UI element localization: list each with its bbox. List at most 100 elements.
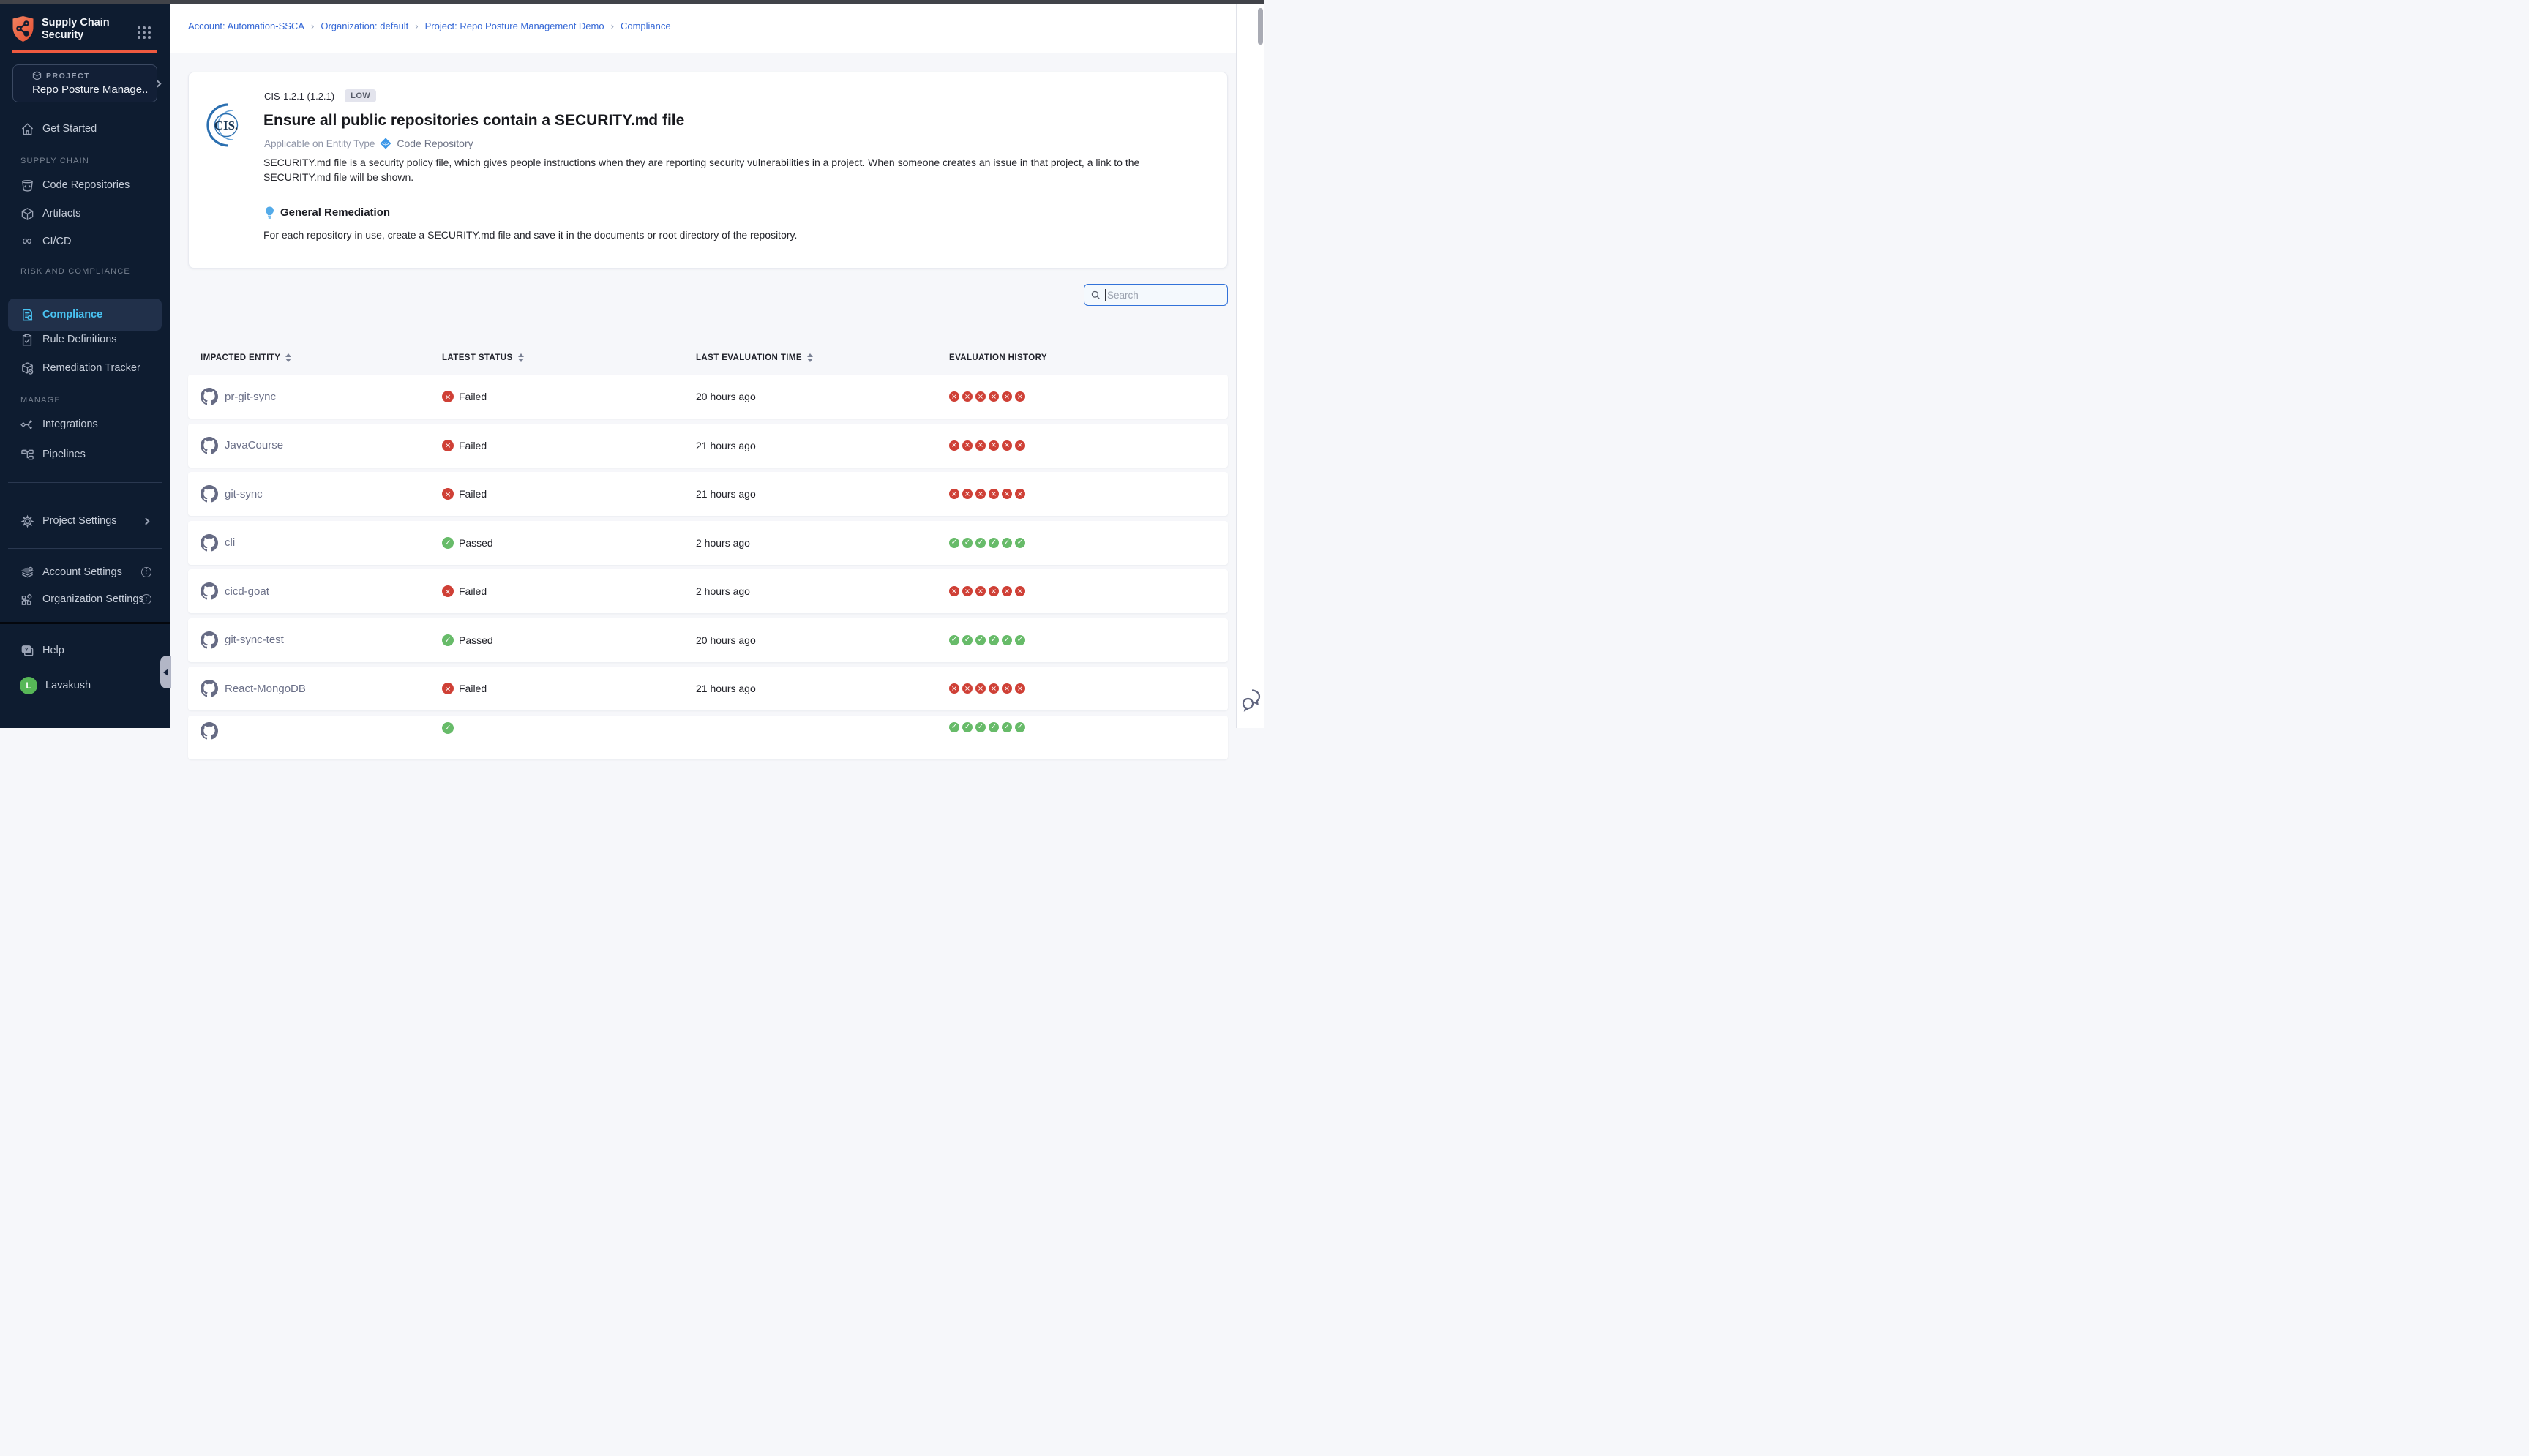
app-title: Supply ChainSecurity <box>42 17 110 42</box>
app-switcher-icon[interactable] <box>138 26 151 39</box>
breadcrumb-account-link[interactable]: Account: Automation-SSCA <box>188 20 304 31</box>
sidebar-item-help[interactable]: ? Help <box>8 636 162 665</box>
chevron-right-icon <box>143 517 150 525</box>
table-row[interactable]: JavaCourse ×Failed 21 hours ago ×××××× <box>188 424 1228 468</box>
cis-logo: CIS. <box>206 102 243 149</box>
history-pass-icon: ✓ <box>962 538 973 548</box>
sort-icon[interactable] <box>807 353 813 362</box>
breadcrumb-organization-link[interactable]: Organization: default <box>321 20 408 31</box>
svg-text:CIS.: CIS. <box>214 119 239 132</box>
breadcrumb-compliance-link[interactable]: Compliance <box>621 20 671 31</box>
history-fail-icon: × <box>989 440 999 451</box>
column-header-last-evaluation-time: LAST EVALUATION TIME <box>696 353 802 362</box>
svg-text:?: ? <box>24 646 27 652</box>
sidebar-item-rule-definitions[interactable]: Rule Definitions <box>8 325 162 354</box>
remediation-title: General Remediation <box>280 206 390 219</box>
clipboard-check-icon <box>20 332 34 347</box>
search-box <box>1084 284 1228 306</box>
history-fail-icon: × <box>1015 683 1025 694</box>
rule-title: Ensure all public repositories contain a… <box>263 112 684 130</box>
table-row[interactable]: cicd-goat ×Failed 2 hours ago ×××××× <box>188 569 1228 613</box>
history-pass-icon: ✓ <box>962 722 973 732</box>
sidebar-collapse-button[interactable] <box>160 656 171 688</box>
status-icon: × <box>442 683 454 694</box>
column-header-latest-status: LATEST STATUS <box>442 353 513 362</box>
history-fail-icon: × <box>975 683 986 694</box>
sidebar-item-organization-settings[interactable]: Organization Settings i <box>8 585 162 614</box>
user-menu[interactable]: L Lavakush <box>8 671 162 700</box>
history-pass-icon: ✓ <box>975 538 986 548</box>
entity-type: Code Repository <box>397 138 473 149</box>
history-pass-icon: ✓ <box>1015 722 1025 732</box>
section-header-supply-chain: SUPPLY CHAIN <box>20 157 89 165</box>
history-pass-icon: ✓ <box>1002 635 1012 645</box>
text-caret <box>1105 289 1106 301</box>
github-icon <box>201 485 218 503</box>
sidebar-item-pipelines[interactable]: Pipelines <box>8 440 162 469</box>
history-fail-icon: × <box>962 440 973 451</box>
history-fail-icon: × <box>949 683 959 694</box>
sidebar-item-remediation-tracker[interactable]: Remediation Tracker <box>8 353 162 383</box>
project-label: PROJECT <box>46 72 90 80</box>
history-fail-icon: × <box>1002 489 1012 499</box>
sidebar-item-artifacts[interactable]: Artifacts <box>8 199 162 228</box>
sidebar-item-get-started[interactable]: Get Started <box>8 114 162 143</box>
table-row[interactable]: cli ✓Passed 2 hours ago ✓✓✓✓✓✓ <box>188 521 1228 565</box>
status-icon: × <box>442 488 454 500</box>
search-input[interactable] <box>1107 290 1221 301</box>
divider <box>8 482 162 483</box>
table-row[interactable]: git-sync ×Failed 21 hours ago ×××××× <box>188 472 1228 516</box>
history-fail-icon: × <box>989 391 999 402</box>
evaluation-history: ✓✓✓✓✓✓ <box>949 538 1228 548</box>
evaluation-history: ×××××× <box>949 683 1228 694</box>
pipeline-icon <box>20 447 34 462</box>
table-row[interactable]: ✓ ✓✓✓✓✓✓ <box>188 716 1228 759</box>
table-row[interactable]: git-sync-test ✓Passed 20 hours ago ✓✓✓✓✓… <box>188 618 1228 662</box>
sidebar-item-code-repositories[interactable]: Code Repositories <box>8 170 162 200</box>
history-fail-icon: × <box>1015 489 1025 499</box>
table-header: IMPACTED ENTITY LATEST STATUS LAST EVALU… <box>188 350 1228 366</box>
status-icon: × <box>442 440 454 451</box>
history-pass-icon: ✓ <box>949 722 959 732</box>
info-icon[interactable]: i <box>141 594 151 604</box>
brand-divider <box>12 50 157 53</box>
applicable-label: Applicable on Entity Type <box>264 138 375 149</box>
breadcrumb-project-link[interactable]: Project: Repo Posture Management Demo <box>425 20 604 31</box>
code-repo-icon <box>20 178 34 192</box>
sort-icon[interactable] <box>285 353 291 362</box>
scrollbar-thumb[interactable] <box>1258 8 1263 45</box>
table-row[interactable]: pr-git-sync ×Failed 20 hours ago ×××××× <box>188 375 1228 419</box>
history-pass-icon: ✓ <box>989 635 999 645</box>
gear-icon <box>20 514 34 528</box>
svg-text:</>: </> <box>383 142 390 147</box>
history-fail-icon: × <box>962 489 973 499</box>
github-icon <box>201 534 218 552</box>
history-pass-icon: ✓ <box>1015 635 1025 645</box>
column-header-impacted-entity: IMPACTED ENTITY <box>201 353 280 362</box>
history-fail-icon: × <box>1015 440 1025 451</box>
github-icon <box>201 631 218 649</box>
sidebar-item-project-settings[interactable]: Project Settings <box>8 506 162 536</box>
sidebar-item-account-settings[interactable]: Account Settings i <box>8 558 162 587</box>
history-fail-icon: × <box>962 586 973 596</box>
status-icon: ✓ <box>442 537 454 549</box>
help-chat-icon: ? <box>20 643 34 658</box>
info-icon[interactable]: i <box>141 567 151 577</box>
history-pass-icon: ✓ <box>1015 538 1025 548</box>
sort-icon[interactable] <box>518 353 524 362</box>
divider <box>0 622 170 624</box>
sidebar-item-cicd[interactable]: ∞ CI/CD <box>8 227 162 256</box>
history-pass-icon: ✓ <box>989 538 999 548</box>
chevron-separator: › <box>611 20 614 31</box>
chevron-separator: › <box>415 20 418 31</box>
table-row[interactable]: React-MongoDB ×Failed 21 hours ago ×××××… <box>188 667 1228 710</box>
chat-feedback-icon[interactable] <box>1242 688 1264 713</box>
history-pass-icon: ✓ <box>975 635 986 645</box>
history-fail-icon: × <box>975 391 986 402</box>
history-pass-icon: ✓ <box>949 635 959 645</box>
history-fail-icon: × <box>962 391 973 402</box>
sidebar-item-integrations[interactable]: Integrations <box>8 410 162 439</box>
history-fail-icon: × <box>962 683 973 694</box>
project-selector[interactable]: PROJECT Repo Posture Manage... <box>12 64 157 102</box>
cube-icon <box>20 206 34 221</box>
